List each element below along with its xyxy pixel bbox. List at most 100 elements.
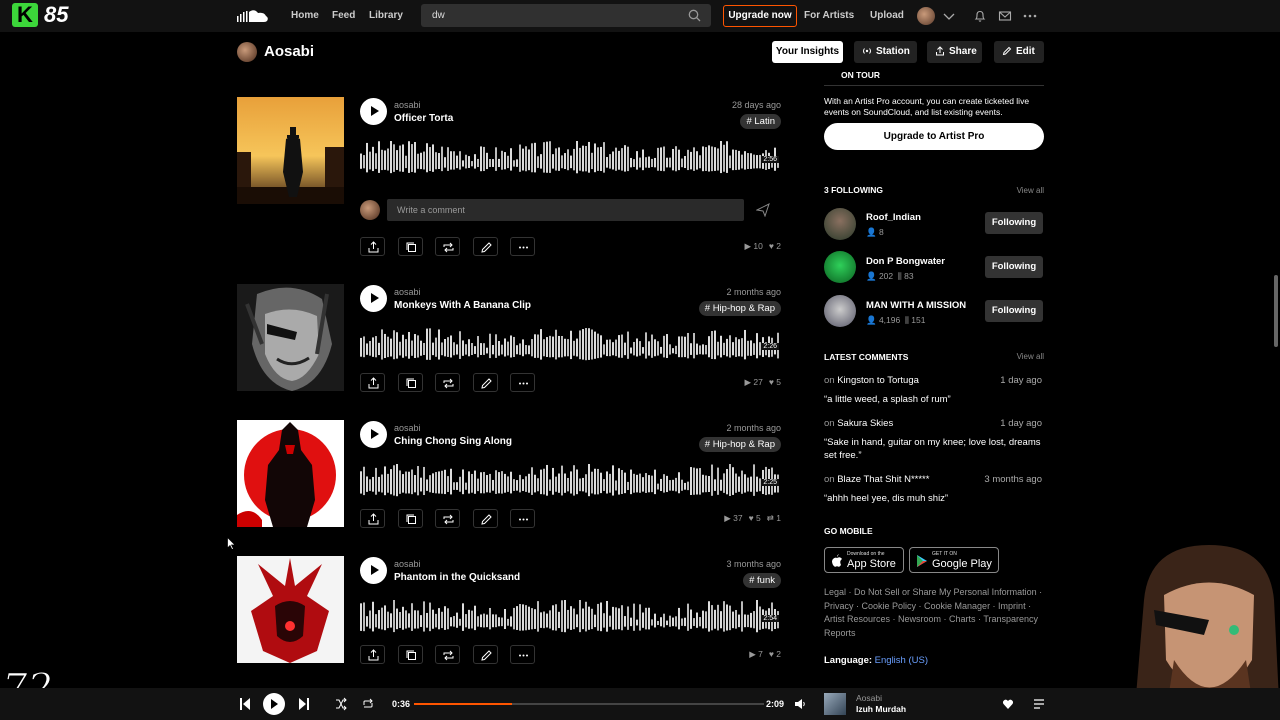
following-avatar[interactable] bbox=[824, 295, 856, 327]
pencil-button[interactable] bbox=[472, 509, 498, 528]
track-artist[interactable]: aosabi bbox=[394, 100, 421, 110]
play-button[interactable] bbox=[360, 285, 387, 312]
waveform[interactable] bbox=[360, 141, 780, 177]
heart-icon[interactable] bbox=[1002, 697, 1014, 711]
waveform[interactable] bbox=[360, 464, 780, 500]
track-artist[interactable]: aosabi bbox=[394, 559, 421, 569]
chevron-down-icon[interactable] bbox=[942, 9, 956, 23]
genre-tag[interactable]: # Latin bbox=[740, 114, 781, 129]
station-button[interactable]: Station bbox=[854, 41, 917, 63]
share-button[interactable] bbox=[360, 509, 385, 528]
your-insights-button[interactable]: Your Insights bbox=[772, 41, 843, 63]
profile-avatar[interactable] bbox=[237, 42, 257, 62]
track-artist[interactable]: aosabi bbox=[394, 287, 421, 297]
following-avatar[interactable] bbox=[824, 251, 856, 283]
more-options-icon[interactable] bbox=[1023, 9, 1037, 23]
repost-button[interactable] bbox=[435, 373, 460, 392]
genre-tag[interactable]: # Hip-hop & Rap bbox=[698, 437, 781, 452]
more-button[interactable] bbox=[510, 509, 535, 528]
following-avatar[interactable] bbox=[824, 208, 856, 240]
next-track-icon[interactable] bbox=[298, 697, 310, 711]
comment-track-link[interactable]: Kingston to Tortuga bbox=[837, 375, 919, 386]
play-button[interactable] bbox=[360, 98, 387, 125]
nav-upload[interactable]: Upload bbox=[870, 10, 904, 21]
likes-count[interactable]: ♥ 2 bbox=[769, 649, 781, 659]
now-playing-title[interactable]: Izuh Murdah bbox=[856, 704, 906, 714]
more-button[interactable] bbox=[510, 237, 535, 256]
user-avatar[interactable] bbox=[917, 7, 935, 25]
track-artwork[interactable] bbox=[237, 556, 344, 663]
queue-icon[interactable] bbox=[1033, 697, 1045, 711]
upgrade-artist-pro-button[interactable]: Upgrade to Artist Pro bbox=[824, 123, 1044, 150]
likes-count[interactable]: ♥ 5 bbox=[769, 377, 781, 387]
previous-track-icon[interactable] bbox=[239, 697, 251, 711]
language-link[interactable]: English (US) bbox=[875, 655, 928, 666]
copy-button[interactable] bbox=[397, 373, 423, 392]
bell-icon[interactable] bbox=[973, 9, 987, 23]
following-button[interactable]: Following bbox=[985, 212, 1043, 234]
likes-count[interactable]: ♥ 5 bbox=[749, 513, 761, 523]
likes-count[interactable]: ♥ 2 bbox=[769, 241, 781, 251]
play-button[interactable] bbox=[360, 557, 387, 584]
waveform[interactable] bbox=[360, 328, 780, 364]
app-store-button[interactable]: Download on the App Store bbox=[824, 547, 904, 573]
repost-button[interactable] bbox=[435, 509, 460, 528]
more-button[interactable] bbox=[510, 373, 535, 392]
pencil-button[interactable] bbox=[472, 645, 498, 664]
reposts-count[interactable]: ⇄ 1 bbox=[767, 513, 781, 523]
track-artwork[interactable] bbox=[237, 420, 344, 527]
mail-icon[interactable] bbox=[998, 9, 1012, 23]
more-button[interactable] bbox=[510, 645, 535, 664]
now-playing-artist[interactable]: Aosabi bbox=[856, 693, 882, 703]
following-name[interactable]: Don P Bongwater bbox=[866, 256, 945, 267]
share-button[interactable] bbox=[360, 373, 385, 392]
google-play-button[interactable]: GET IT ON Google Play bbox=[909, 547, 999, 573]
track-title[interactable]: Monkeys With A Banana Clip bbox=[394, 300, 531, 311]
share-button[interactable] bbox=[360, 237, 385, 256]
track-title[interactable]: Officer Torta bbox=[394, 113, 453, 124]
search-icon[interactable] bbox=[688, 9, 701, 22]
nav-for-artists[interactable]: For Artists bbox=[804, 10, 854, 21]
volume-icon[interactable] bbox=[794, 697, 806, 711]
repost-button[interactable] bbox=[435, 237, 460, 256]
comment-input[interactable]: Write a comment bbox=[387, 199, 744, 221]
genre-tag[interactable]: # Hip-hop & Rap bbox=[698, 301, 781, 316]
track-artwork[interactable] bbox=[237, 284, 344, 391]
scrollbar[interactable] bbox=[1274, 275, 1278, 347]
progress-bar[interactable] bbox=[414, 703, 764, 705]
pencil-button[interactable] bbox=[472, 373, 498, 392]
edit-button[interactable]: Edit bbox=[994, 41, 1044, 63]
now-playing-artwork[interactable] bbox=[824, 693, 846, 715]
following-name[interactable]: MAN WITH A MISSION bbox=[866, 300, 966, 311]
search-input[interactable]: dw bbox=[421, 4, 711, 27]
track-artwork[interactable] bbox=[237, 97, 344, 204]
legal-links[interactable]: Legal · Do Not Sell or Share My Personal… bbox=[824, 586, 1046, 640]
comment-track-link[interactable]: Blaze That Shit N***** bbox=[837, 474, 929, 485]
send-icon[interactable] bbox=[756, 203, 770, 217]
upgrade-now-button[interactable]: Upgrade now bbox=[723, 5, 797, 27]
nav-home[interactable]: Home bbox=[291, 10, 319, 21]
shuffle-icon[interactable] bbox=[335, 697, 347, 711]
play-button[interactable] bbox=[360, 421, 387, 448]
repeat-icon[interactable] bbox=[362, 697, 374, 711]
track-title[interactable]: Ching Chong Sing Along bbox=[394, 436, 512, 447]
copy-button[interactable] bbox=[397, 237, 423, 256]
soundcloud-logo-icon[interactable] bbox=[236, 8, 270, 24]
track-title[interactable]: Phantom in the Quicksand bbox=[394, 572, 520, 583]
following-name[interactable]: Roof_Indian bbox=[866, 212, 921, 223]
comment-track-link[interactable]: Sakura Skies bbox=[837, 418, 893, 429]
pencil-button[interactable] bbox=[472, 237, 498, 256]
following-button[interactable]: Following bbox=[985, 256, 1043, 278]
genre-tag[interactable]: # funk bbox=[743, 573, 781, 588]
player-play-button[interactable] bbox=[263, 693, 285, 715]
copy-button[interactable] bbox=[397, 645, 423, 664]
nav-library[interactable]: Library bbox=[369, 10, 403, 21]
share-button[interactable] bbox=[360, 645, 385, 664]
share-button[interactable]: Share bbox=[927, 41, 982, 63]
view-all-comments-link[interactable]: View all bbox=[1017, 352, 1044, 361]
view-all-following-link[interactable]: View all bbox=[1017, 186, 1044, 195]
following-button[interactable]: Following bbox=[985, 300, 1043, 322]
track-artist[interactable]: aosabi bbox=[394, 423, 421, 433]
copy-button[interactable] bbox=[397, 509, 423, 528]
repost-button[interactable] bbox=[435, 645, 460, 664]
